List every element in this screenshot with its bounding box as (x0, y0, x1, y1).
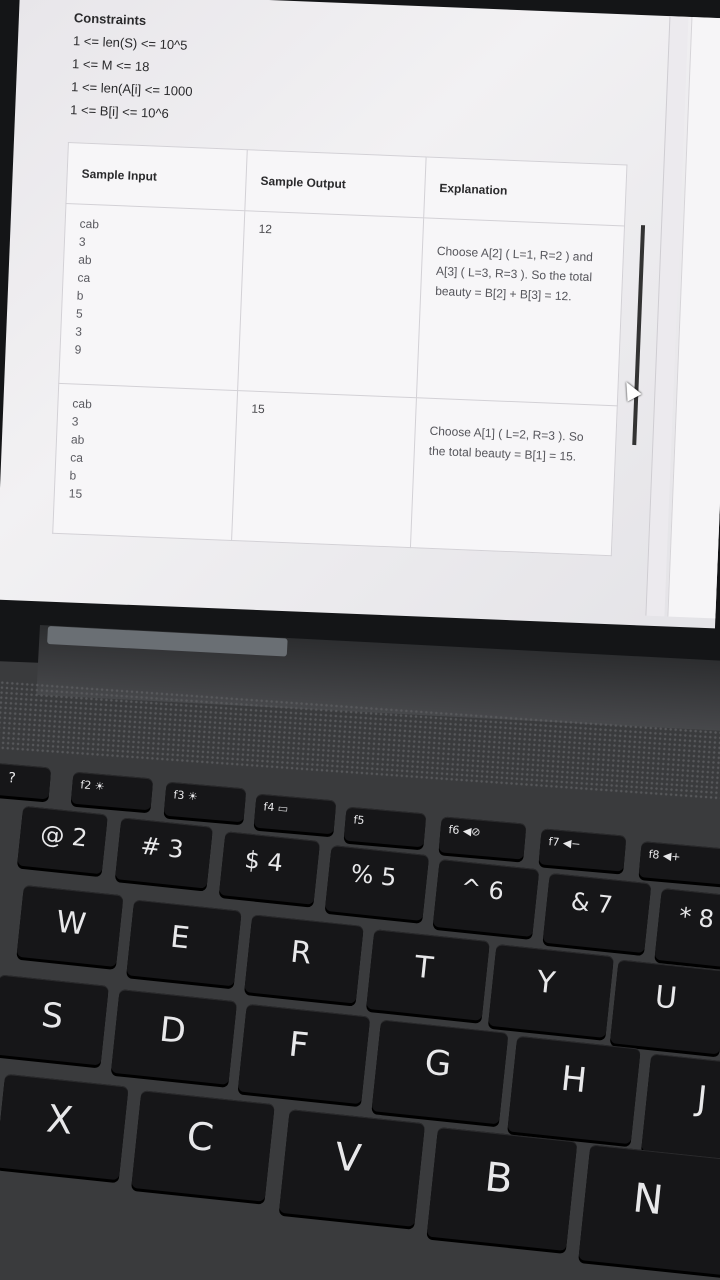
key-question[interactable]: ? (0, 762, 52, 800)
key-f6[interactable]: f6 ◀⊘ (438, 816, 527, 860)
key-f5[interactable]: f5 (343, 806, 427, 848)
key-f3[interactable]: f3 ☀ (163, 781, 247, 823)
key-f2[interactable]: f2 ☀ (70, 771, 154, 811)
key-h[interactable]: H (507, 1035, 641, 1145)
key-w[interactable]: W (16, 884, 124, 968)
key-c[interactable]: C (131, 1090, 275, 1202)
key-8[interactable]: * 8 (654, 888, 720, 968)
key-e[interactable]: E (126, 899, 242, 987)
key-f7[interactable]: f7 ◀− (538, 828, 627, 872)
key-x[interactable]: X (0, 1073, 129, 1181)
key-g[interactable]: G (371, 1019, 509, 1125)
key-u[interactable]: U (609, 959, 720, 1055)
key-3[interactable]: # 3 (115, 817, 213, 889)
key-n[interactable]: N (578, 1144, 720, 1276)
key-v[interactable]: V (278, 1109, 426, 1227)
key-5[interactable]: % 5 (324, 845, 430, 921)
key-2[interactable]: @ 2 (17, 805, 108, 875)
key-r[interactable]: R (244, 914, 364, 1004)
key-d[interactable]: D (110, 989, 238, 1085)
key-4[interactable]: $ 4 (218, 831, 321, 905)
key-f[interactable]: F (237, 1003, 371, 1105)
key-6[interactable]: ^ 6 (432, 858, 540, 938)
key-b[interactable]: B (426, 1126, 578, 1252)
key-j[interactable]: J (641, 1053, 720, 1161)
keyboard: ? f2 ☀ f3 ☀ f4 ▭ f5 f6 ◀⊘ f7 ◀− f8 ◀+ @ … (0, 0, 720, 1280)
key-7[interactable]: & 7 (542, 872, 652, 954)
key-s[interactable]: S (0, 974, 109, 1066)
key-y[interactable]: Y (488, 944, 614, 1038)
key-f8[interactable]: f8 ◀+ (638, 841, 720, 885)
key-t[interactable]: T (366, 929, 490, 1021)
key-f4[interactable]: f4 ▭ (253, 793, 337, 835)
